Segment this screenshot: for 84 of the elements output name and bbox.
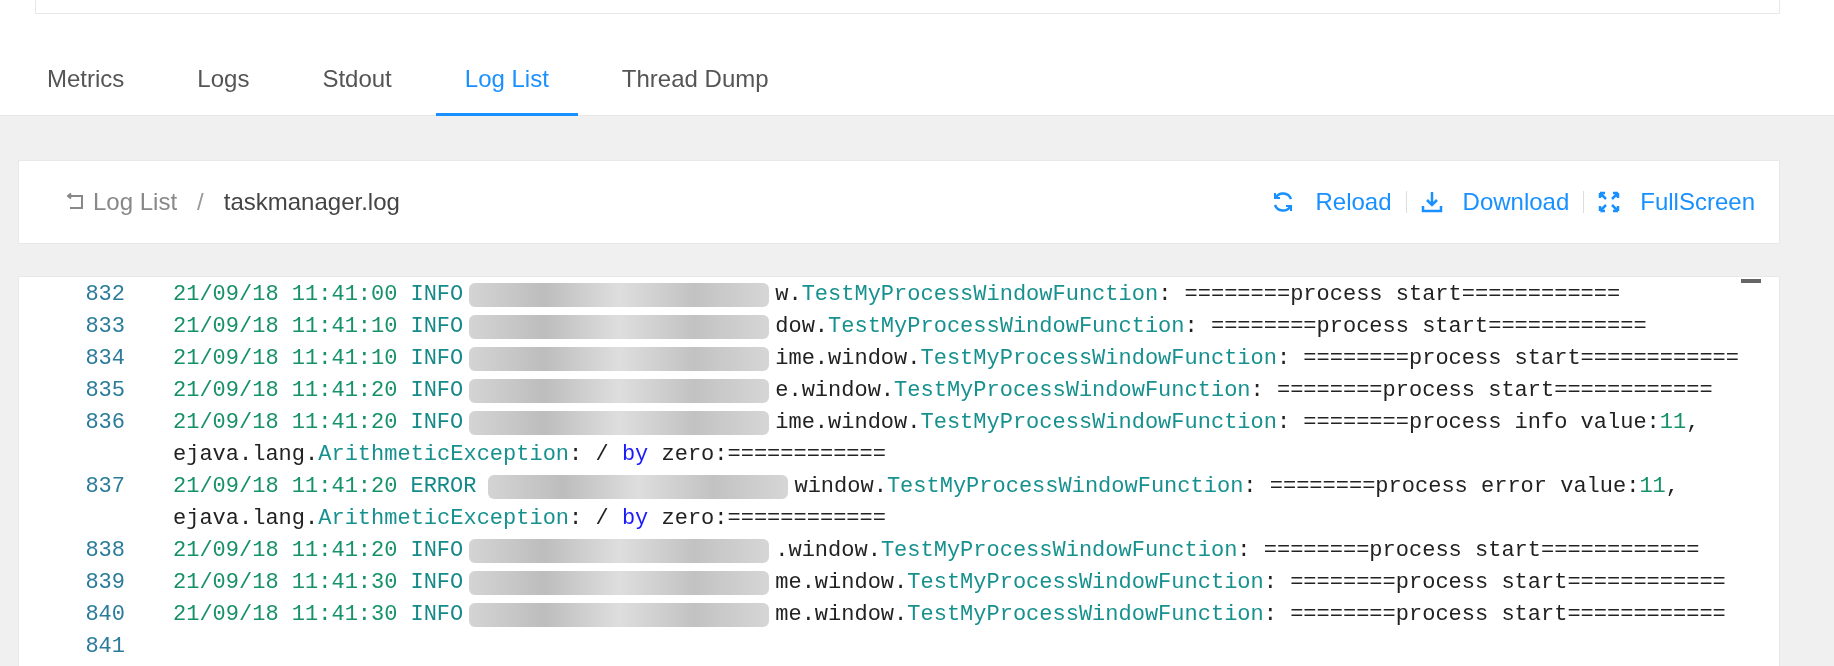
log-package: ejava.lang. xyxy=(173,441,319,469)
log-punctuation: , xyxy=(1665,473,1680,501)
log-level: INFO xyxy=(410,345,464,373)
log-class: TestMyProcessWindowFunction xyxy=(801,281,1159,309)
line-number: 832 xyxy=(84,281,125,309)
log-class: TestMyProcessWindowFunction xyxy=(920,345,1277,373)
log-level: INFO xyxy=(410,281,464,309)
log-keyword: by xyxy=(621,441,649,469)
log-timestamp: 21/09/18 11:41:20 xyxy=(173,537,398,565)
log-class: TestMyProcessWindowFunction xyxy=(828,313,1185,341)
tab[interactable]: Stdout xyxy=(293,56,421,116)
reload-button[interactable]: Reload xyxy=(1271,184,1392,220)
tab[interactable]: Metrics xyxy=(18,56,154,116)
log-punctuation: , xyxy=(1686,409,1700,437)
log-timestamp: 21/09/18 11:41:30 xyxy=(173,569,398,597)
log-separator: : / xyxy=(569,505,610,533)
line-number: 835 xyxy=(84,377,125,405)
log-level: INFO xyxy=(410,569,464,597)
log-class: TestMyProcessWindowFunction xyxy=(880,537,1238,565)
log-value: 11 xyxy=(1659,409,1687,437)
line-number: 838 xyxy=(84,537,125,565)
log-timestamp: 21/09/18 11:41:30 xyxy=(173,601,398,629)
log-message: : ========process start============ xyxy=(1237,537,1700,565)
log-timestamp: 21/09/18 11:41:20 xyxy=(173,409,398,437)
log-message: : ========process start============ xyxy=(1250,377,1713,405)
log-timestamp: 21/09/18 11:41:00 xyxy=(173,281,398,309)
log-level: INFO xyxy=(410,377,464,405)
log-exception: ArithmeticException xyxy=(318,441,570,469)
tab[interactable]: Log List xyxy=(435,56,578,116)
log-timestamp: 21/09/18 11:41:20 xyxy=(173,473,398,501)
log-timestamp: 21/09/18 11:41:10 xyxy=(173,345,398,373)
log-message: : ========process error value: xyxy=(1243,473,1640,501)
log-message: : ========process start============ xyxy=(1276,345,1740,373)
tab[interactable]: Thread Dump xyxy=(592,56,798,116)
line-number: 841 xyxy=(84,633,125,661)
line-number: 833 xyxy=(84,313,125,341)
log-source: me.window. xyxy=(775,601,908,629)
log-source: w. xyxy=(775,281,802,309)
line-number: 834 xyxy=(84,345,125,373)
log-source: ime.window. xyxy=(775,345,921,373)
log-level: INFO xyxy=(410,313,464,341)
log-message: : ========process start============ xyxy=(1263,601,1726,629)
log-class: TestMyProcessWindowFunction xyxy=(894,377,1251,405)
log-message: zero:============ xyxy=(660,441,886,469)
log-message: : ========process info value: xyxy=(1276,409,1660,437)
download-icon xyxy=(1420,191,1443,213)
log-source: dow. xyxy=(775,313,829,341)
line-number: 837 xyxy=(84,473,125,501)
breadcrumb-current: taskmanager.log xyxy=(223,187,400,217)
log-value: 11 xyxy=(1639,473,1666,501)
log-source: window. xyxy=(794,473,887,501)
log-source: e.window. xyxy=(775,377,895,405)
breadcrumb-separator: / xyxy=(197,187,204,217)
return-icon xyxy=(65,193,85,211)
log-source: ime.window. xyxy=(775,409,921,437)
line-number: 840 xyxy=(84,601,125,629)
tab[interactable]: Logs xyxy=(168,56,279,116)
log-exception: ArithmeticException xyxy=(318,505,570,533)
scrollbar-thumb[interactable] xyxy=(1741,279,1761,283)
log-source: .window. xyxy=(775,537,881,565)
log-class: TestMyProcessWindowFunction xyxy=(920,409,1277,437)
log-separator: : / xyxy=(569,441,610,469)
line-number: 836 xyxy=(84,409,125,437)
line-number: 839 xyxy=(84,569,125,597)
log-level: INFO xyxy=(410,601,464,629)
log-message: : ========process start============ xyxy=(1263,569,1726,597)
log-keyword: by xyxy=(621,505,649,533)
log-level: ERROR xyxy=(410,473,477,501)
log-message: : ========process start============ xyxy=(1184,313,1647,341)
log-class: TestMyProcessWindowFunction xyxy=(886,473,1244,501)
log-source: me.window. xyxy=(775,569,908,597)
log-class: TestMyProcessWindowFunction xyxy=(907,601,1264,629)
log-level: INFO xyxy=(410,537,464,565)
log-message: zero:============ xyxy=(660,505,886,533)
log-package: ejava.lang. xyxy=(173,505,319,533)
log-class: TestMyProcessWindowFunction xyxy=(907,569,1264,597)
log-timestamp: 21/09/18 11:41:20 xyxy=(173,377,398,405)
fullscreen-button[interactable]: FullScreen xyxy=(1598,184,1755,220)
log-timestamp: 21/09/18 11:41:10 xyxy=(173,313,398,341)
log-level: INFO xyxy=(410,409,464,437)
download-button[interactable]: Download xyxy=(1420,184,1570,220)
fullscreen-icon xyxy=(1598,191,1621,213)
log-message: : ========process start============ xyxy=(1158,281,1621,309)
back-link[interactable]: Log List xyxy=(65,184,178,220)
